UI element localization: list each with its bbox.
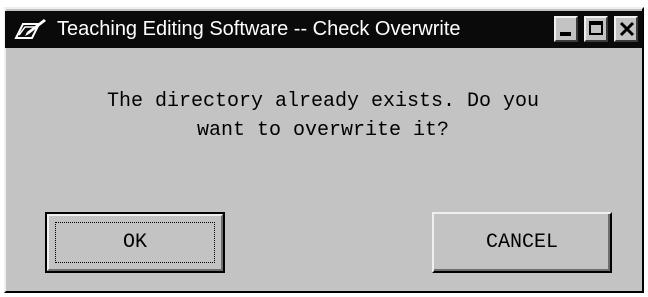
- ok-button-label: OK: [122, 231, 147, 254]
- maximize-icon: [589, 21, 603, 35]
- window-title: Teaching Editing Software -- Check Overw…: [57, 18, 461, 40]
- minimize-icon: [560, 32, 571, 36]
- cancel-button[interactable]: CANCEL: [432, 212, 612, 273]
- message-line-1: The directory already exists. Do you: [106, 90, 540, 113]
- dialog-message: The directory already exists. Do you wan…: [20, 87, 626, 145]
- ok-button[interactable]: OK: [45, 212, 225, 273]
- minimize-button[interactable]: [554, 16, 578, 42]
- app-pen-icon: [13, 17, 47, 42]
- title-bar[interactable]: Teaching Editing Software -- Check Overw…: [5, 11, 643, 48]
- cancel-button-label: CANCEL: [485, 231, 558, 254]
- message-line-2: want to overwrite it?: [196, 119, 450, 142]
- close-icon: [619, 21, 635, 37]
- maximize-button[interactable]: [584, 16, 608, 42]
- close-button[interactable]: [614, 16, 638, 42]
